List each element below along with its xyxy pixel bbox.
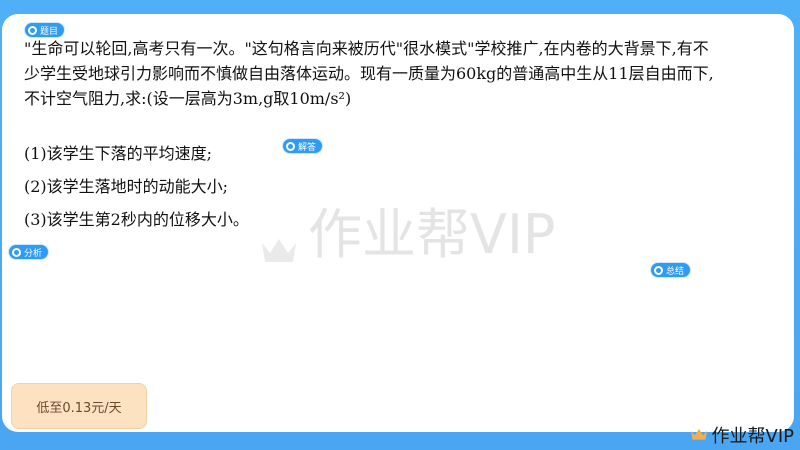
promo-label: 低至0.13元/天 bbox=[36, 400, 122, 416]
bulb-icon bbox=[286, 141, 295, 151]
question-text: "生命可以轮回,高考只有一次。"这句格言向来被历代"很水模式"学校推广,在内卷的… bbox=[24, 36, 784, 111]
crown-icon bbox=[690, 425, 708, 446]
sub-question: (1)该学生下落的平均速度; bbox=[24, 144, 213, 163]
watermark-text: 作业帮VIP bbox=[308, 203, 556, 266]
sub-question: (2)该学生落地时的动能大小; bbox=[24, 177, 229, 196]
tag-summary[interactable]: 总结 bbox=[650, 262, 692, 278]
brand-logo: 作业帮VIP bbox=[690, 422, 794, 448]
tag-summary-label: 总结 bbox=[666, 266, 685, 277]
bulb-icon bbox=[12, 247, 21, 257]
tag-analysis-label: 分析 bbox=[24, 248, 43, 259]
brand-text: 作业帮VIP bbox=[711, 426, 794, 447]
sub-question: (3)该学生第2秒内的位移大小。 bbox=[24, 210, 249, 229]
crown-icon bbox=[260, 215, 298, 262]
bulb-icon bbox=[654, 265, 663, 275]
bulb-icon bbox=[28, 25, 37, 35]
question-line: 不计空气阻力,求:(设一层高为3m,g取10m/s²) bbox=[24, 89, 352, 108]
tag-analysis[interactable]: 分析 bbox=[8, 244, 50, 260]
promo-button[interactable]: 低至0.13元/天 bbox=[11, 383, 147, 429]
tag-answer[interactable]: 解答 bbox=[282, 138, 324, 154]
question-line: "生命可以轮回,高考只有一次。"这句格言向来被历代"很水模式"学校推广,在内卷的… bbox=[24, 39, 709, 58]
tag-question-label: 题目 bbox=[40, 26, 59, 37]
question-line: 少学生受地球引力影响而不慎做自由落体运动。现有一质量为60kg的普通高中生从11… bbox=[24, 64, 714, 83]
watermark: 作业帮VIP bbox=[260, 190, 555, 269]
tag-answer-label: 解答 bbox=[298, 142, 317, 153]
sub-questions: (1)该学生下落的平均速度; (2)该学生落地时的动能大小; (3)该学生第2秒… bbox=[24, 142, 249, 241]
